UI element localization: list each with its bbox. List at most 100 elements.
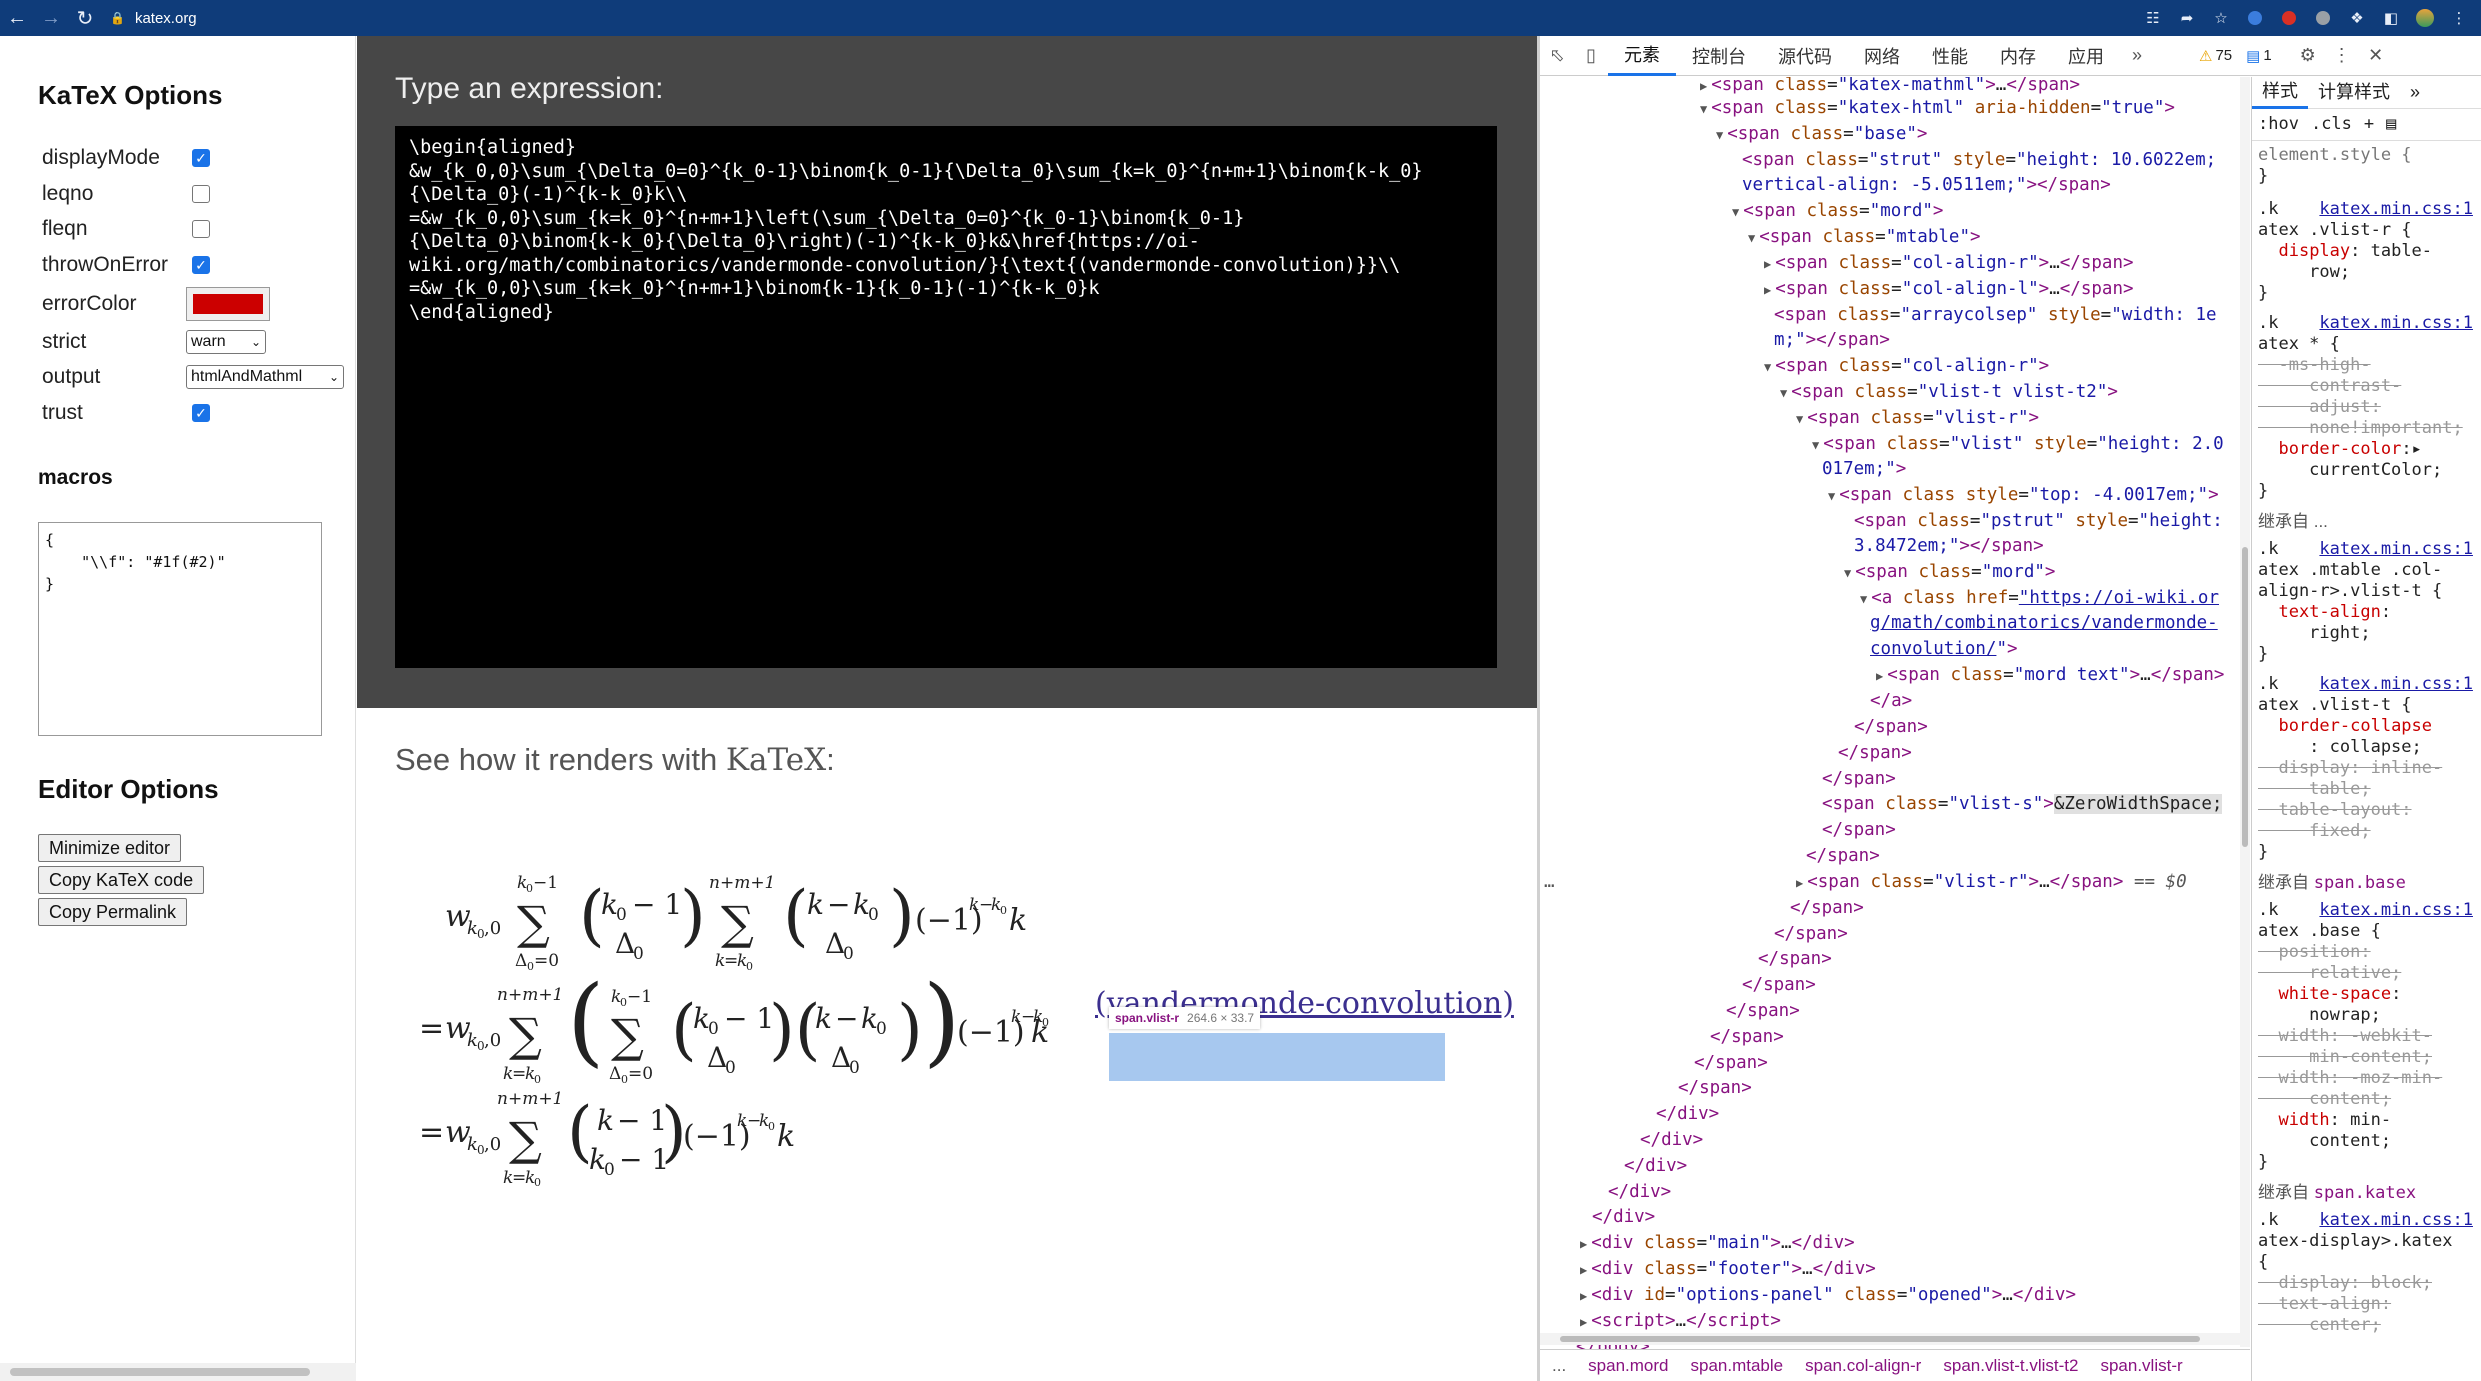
- dom-node[interactable]: </a>: [1870, 689, 1912, 715]
- devtools-menu-icon[interactable]: ⋮: [2325, 39, 2359, 73]
- breadcrumb-item[interactable]: span.mtable: [1691, 1356, 1784, 1376]
- horizontal-scrollbar[interactable]: [0, 1363, 356, 1381]
- dom-node[interactable]: m;"></span>: [1774, 328, 1890, 354]
- style-rule[interactable]: .k katex.min.css:1: [2258, 674, 2473, 695]
- dom-horizontal-scrollbar[interactable]: [1540, 1333, 2240, 1345]
- extension-grey-icon[interactable]: [2309, 4, 2337, 32]
- breadcrumb-item[interactable]: span.vlist-t.vlist-t2: [1943, 1356, 2078, 1376]
- close-icon[interactable]: ✕: [2359, 39, 2393, 73]
- dom-node[interactable]: 017em;">: [1822, 457, 1906, 483]
- dom-tree[interactable]: ▶ <span class="katex-mathml">…</span> ▼ <s…: [1540, 77, 2240, 1349]
- dom-node[interactable]: ▼ <span class style="top: -4.0017em;">: [1828, 483, 2219, 510]
- tab-console[interactable]: 控制台: [1676, 36, 1762, 76]
- dom-node[interactable]: <span class="strut" style="height: 10.60…: [1742, 148, 2216, 174]
- dom-node[interactable]: </span>: [1694, 1051, 1768, 1077]
- style-rule[interactable]: .k katex.min.css:1: [2258, 539, 2473, 560]
- dom-node[interactable]: </span>: [1710, 1025, 1784, 1051]
- strict-select[interactable]: warn ⌄: [186, 330, 266, 354]
- breadcrumb-item[interactable]: span.mord: [1588, 1356, 1668, 1376]
- dom-node[interactable]: ▶ <span class="col-align-r">…</span>: [1764, 251, 2134, 278]
- dom-node[interactable]: ▼ <span class="mord">: [1732, 199, 1943, 226]
- dom-node[interactable]: ▼ <span class="mord">: [1844, 560, 2055, 587]
- extensions-puzzle-icon[interactable]: ❖: [2343, 4, 2371, 32]
- warnings-badge[interactable]: ⚠ 75: [2194, 45, 2237, 67]
- profile-avatar-icon[interactable]: [2411, 4, 2439, 32]
- dom-node[interactable]: </span>: [1678, 1076, 1752, 1102]
- hover-state-toggle[interactable]: :hov: [2258, 114, 2299, 135]
- errorcolor-picker[interactable]: [186, 287, 270, 321]
- more-tabs-icon[interactable]: »: [2120, 39, 2154, 73]
- sidebar-icon[interactable]: ◧: [2377, 4, 2405, 32]
- scrollbar-thumb[interactable]: [1560, 1336, 2200, 1342]
- trust-checkbox[interactable]: ✓: [192, 404, 210, 422]
- scrollbar-thumb[interactable]: [2242, 547, 2248, 847]
- dom-node[interactable]: ▶ <div class="footer">…</div>: [1580, 1257, 1876, 1284]
- dom-node[interactable]: ▼ <span class="col-align-r">: [1764, 354, 2049, 381]
- reload-button[interactable]: ↻: [68, 1, 102, 35]
- dom-node[interactable]: </span>: [1790, 896, 1864, 922]
- dom-node[interactable]: </div>: [1624, 1154, 1687, 1180]
- dom-node[interactable]: <span class="pstrut" style="height:: [1854, 509, 2223, 535]
- style-rule[interactable]: .k katex.min.css:1: [2258, 900, 2473, 921]
- forward-button[interactable]: →: [34, 1, 68, 35]
- dom-node[interactable]: g/math/combinatorics/vandermonde-: [1870, 611, 2218, 637]
- translate-icon[interactable]: ☷: [2139, 4, 2167, 32]
- inspect-element-icon[interactable]: ⬁: [1540, 39, 1574, 73]
- tab-styles[interactable]: 样式: [2252, 77, 2308, 109]
- scrollbar-thumb[interactable]: [10, 1368, 310, 1376]
- style-rule[interactable]: .k katex.min.css:1: [2258, 1210, 2473, 1231]
- dom-node[interactable]: ▶ <div class="main">…</div>: [1580, 1231, 1855, 1258]
- fleqn-checkbox[interactable]: [192, 220, 210, 238]
- dom-node[interactable]: convolution/">: [1870, 637, 2018, 663]
- output-select[interactable]: htmlAndMathml ⌄: [186, 365, 344, 389]
- extension-red-icon[interactable]: [2275, 4, 2303, 32]
- leqno-checkbox[interactable]: [192, 185, 210, 203]
- tab-elements[interactable]: 元素: [1608, 36, 1676, 76]
- dom-node[interactable]: ▶ <span class="mord text">…</span>: [1876, 663, 2224, 690]
- breadcrumb-item[interactable]: span.col-align-r: [1805, 1356, 1921, 1376]
- dom-node[interactable]: </span>: [1726, 999, 1800, 1025]
- dom-node[interactable]: </span>: [1854, 715, 1928, 741]
- tab-computed[interactable]: 计算样式: [2308, 77, 2400, 109]
- dom-vertical-scrollbar[interactable]: [2240, 77, 2250, 1347]
- dom-node[interactable]: </span>: [1758, 947, 1832, 973]
- dom-node[interactable]: ▼ <span class="mtable">: [1748, 225, 1981, 252]
- dom-node[interactable]: 3.8472em;"></span>: [1854, 534, 2044, 560]
- back-button[interactable]: ←: [0, 1, 34, 35]
- tab-performance[interactable]: 性能: [1916, 36, 1984, 76]
- address-bar[interactable]: 🔒 katex.org: [110, 4, 197, 32]
- dom-node[interactable]: <span class="vlist-s">&ZeroWidthSpace;: [1822, 792, 2223, 818]
- dom-node[interactable]: </span>: [1838, 741, 1912, 767]
- dom-node[interactable]: </div>: [1640, 1128, 1703, 1154]
- bookmark-star-icon[interactable]: ☆: [2207, 4, 2235, 32]
- style-rule[interactable]: .k katex.min.css:1: [2258, 199, 2473, 220]
- dom-node[interactable]: ▶ <span class="col-align-l">…</span>: [1764, 277, 2134, 304]
- style-rule[interactable]: element.style {: [2258, 145, 2412, 166]
- dom-node[interactable]: </span>: [1822, 818, 1896, 844]
- dom-node[interactable]: </span>: [1742, 973, 1816, 999]
- add-rule-button[interactable]: +: [2364, 114, 2374, 135]
- dom-node[interactable]: ▶ <div id="options-panel" class="opened">…: [1580, 1283, 2076, 1310]
- dom-node[interactable]: </span>: [1822, 767, 1896, 793]
- dom-node[interactable]: </span>: [1774, 922, 1848, 948]
- tab-network[interactable]: 网络: [1848, 36, 1916, 76]
- dom-node[interactable]: <span class="arraycolsep" style="width: …: [1774, 303, 2217, 329]
- breadcrumb-item[interactable]: span.vlist-r: [2100, 1356, 2182, 1376]
- dom-node[interactable]: ▼ <span class="vlist-t vlist-t2">: [1780, 380, 2118, 407]
- macros-textarea[interactable]: { "\\f": "#1f(#2)" }: [38, 522, 322, 736]
- dom-node[interactable]: ▶ <script>…</script>: [1580, 1309, 1781, 1336]
- messages-badge[interactable]: ▤ 1: [2241, 45, 2277, 67]
- style-rule[interactable]: .k katex.min.css:1: [2258, 313, 2473, 334]
- dom-node[interactable]: ▼ <span class="base">: [1716, 122, 1927, 149]
- share-icon[interactable]: ➦: [2173, 4, 2201, 32]
- extension-blue-icon[interactable]: [2241, 4, 2269, 32]
- dom-node[interactable]: ▼ <span class="vlist" style="height: 2.0: [1812, 432, 2224, 459]
- class-toggle[interactable]: .cls: [2311, 114, 2352, 135]
- tab-sources[interactable]: 源代码: [1762, 36, 1848, 76]
- throwonerror-checkbox[interactable]: ✓: [192, 256, 210, 274]
- minimize-editor-button[interactable]: Minimize editor: [38, 834, 182, 862]
- breadcrumb-item[interactable]: ...: [1552, 1356, 1566, 1376]
- dom-node[interactable]: ▼ <a class href="https://oi-wiki.or: [1860, 586, 2219, 613]
- device-toggle-icon[interactable]: ▯: [1574, 39, 1608, 73]
- settings-gear-icon[interactable]: ⚙: [2291, 39, 2325, 73]
